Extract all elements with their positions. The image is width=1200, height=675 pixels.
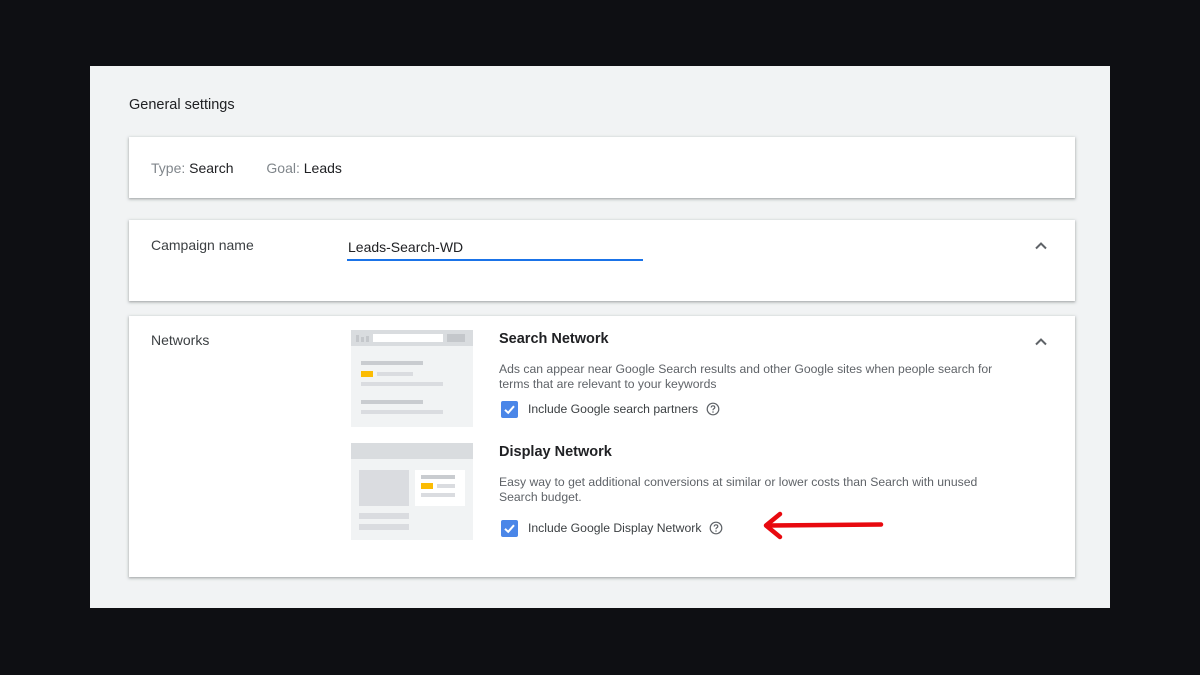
type-label: Type: xyxy=(151,160,186,176)
networks-label: Networks xyxy=(151,332,210,348)
search-partners-option[interactable]: Include Google search partners xyxy=(501,400,720,418)
search-illustration-logo-bar xyxy=(366,336,369,342)
chevron-up-icon xyxy=(1035,242,1047,250)
campaign-name-card: Campaign name xyxy=(129,220,1075,301)
display-network-option[interactable]: Include Google Display Network xyxy=(501,519,723,537)
checkmark-icon xyxy=(504,405,515,414)
display-network-checkbox[interactable] xyxy=(501,519,518,537)
goal-label: Goal: xyxy=(266,160,300,176)
type-value: Search xyxy=(189,160,234,176)
display-network-title: Display Network xyxy=(499,444,612,460)
networks-card: Networks Search Network Ads can appear n… xyxy=(129,316,1075,577)
search-partners-checkbox[interactable] xyxy=(501,400,518,418)
campaign-type-card: Type: Search Goal: Leads xyxy=(129,137,1075,198)
campaign-name-collapse-button[interactable] xyxy=(1030,235,1052,257)
search-illustration-line xyxy=(377,372,413,376)
display-illustration-line xyxy=(421,475,455,479)
type-goal-line: Type: Search Goal: Leads xyxy=(151,160,342,176)
general-settings-screen: General settings Type: Search Goal: Lead… xyxy=(90,66,1110,608)
search-illustration-line xyxy=(361,382,443,386)
display-illustration-image xyxy=(359,470,409,506)
checkmark-icon xyxy=(504,524,515,533)
display-network-illustration xyxy=(351,443,473,540)
campaign-goal: Goal: Leads xyxy=(266,160,342,176)
networks-collapse-button[interactable] xyxy=(1030,331,1052,353)
search-illustration-ad-badge xyxy=(361,371,373,377)
search-network-title: Search Network xyxy=(499,331,609,347)
display-illustration-line xyxy=(421,493,455,497)
search-illustration-logo-bar xyxy=(361,337,364,342)
search-network-description: Ads can appear near Google Search result… xyxy=(499,362,993,391)
display-network-label: Include Google Display Network xyxy=(528,521,702,535)
display-illustration-line xyxy=(359,513,409,519)
campaign-name-input[interactable] xyxy=(347,235,643,261)
search-illustration-line xyxy=(361,400,423,404)
goal-value: Leads xyxy=(303,160,342,176)
display-illustration-header xyxy=(351,443,473,459)
display-illustration-line xyxy=(437,484,455,488)
help-circle-icon[interactable] xyxy=(706,402,720,416)
help-circle-icon[interactable] xyxy=(709,521,723,535)
chevron-up-icon xyxy=(1035,338,1047,346)
campaign-type: Type: Search xyxy=(151,160,234,176)
red-arrow-icon xyxy=(763,511,884,540)
search-partners-label: Include Google search partners xyxy=(528,402,699,416)
campaign-name-label: Campaign name xyxy=(151,237,254,253)
display-illustration-line xyxy=(359,524,409,530)
search-illustration-button xyxy=(447,334,465,342)
search-network-illustration xyxy=(351,330,473,427)
search-illustration-logo-bar xyxy=(356,335,359,342)
search-illustration-line xyxy=(361,410,443,414)
search-illustration-line xyxy=(361,361,423,365)
display-illustration-ad-badge xyxy=(421,483,433,489)
section-title: General settings xyxy=(129,97,235,113)
search-illustration-searchbox xyxy=(373,334,443,342)
display-network-description: Easy way to get additional conversions a… xyxy=(499,475,978,504)
